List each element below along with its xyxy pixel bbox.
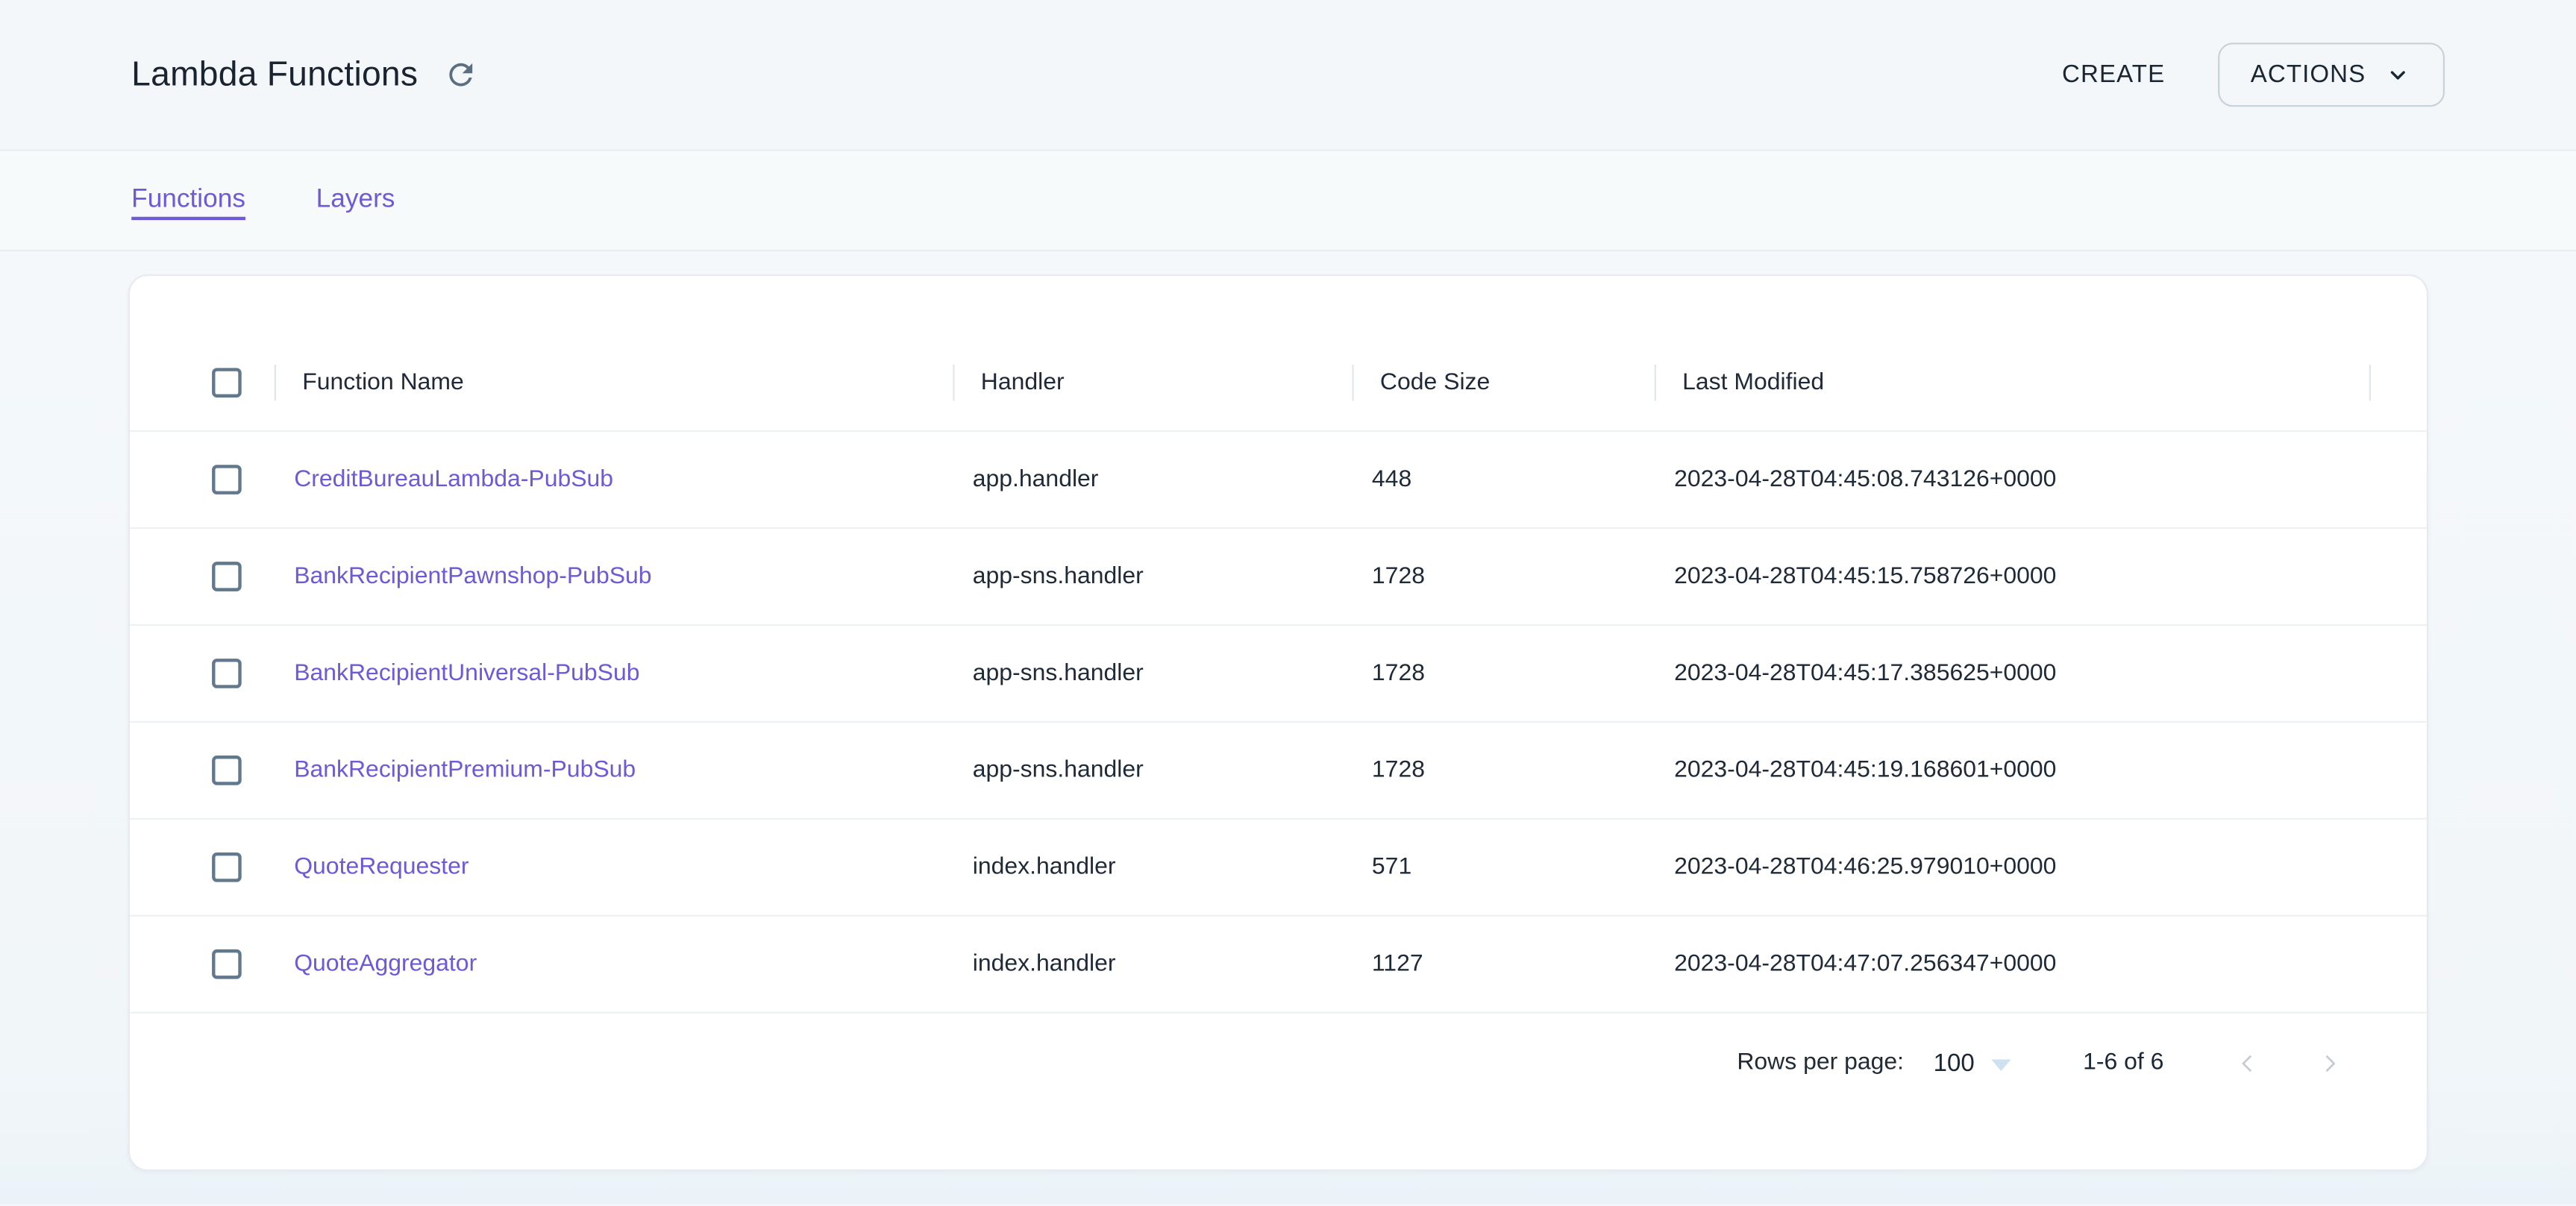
table-row: BankRecipientPremium-PubSub app-sns.hand… <box>130 723 2427 820</box>
column-separator <box>2369 365 2371 401</box>
page-title: Lambda Functions <box>131 55 418 95</box>
column-separator <box>275 365 276 401</box>
previous-page-button[interactable] <box>2233 1049 2260 1076</box>
actions-button[interactable]: ACTIONS <box>2218 43 2445 107</box>
column-separator <box>953 365 954 401</box>
select-all-checkbox[interactable] <box>212 368 242 398</box>
handler-cell: app-sns.handler <box>953 660 1352 686</box>
functions-table-card: Function Name Handler Code Size Last Mod… <box>128 274 2428 1171</box>
rows-per-page-select[interactable]: 100 <box>1934 1049 2011 1076</box>
handler-cell: app-sns.handler <box>953 563 1352 589</box>
row-checkbox[interactable] <box>212 465 242 494</box>
table-row: QuoteAggregator index.handler 1127 2023-… <box>130 917 2427 1014</box>
chevron-down-icon <box>2384 60 2412 88</box>
function-name-link[interactable]: CreditBureauLambda-PubSub <box>294 466 613 492</box>
chevron-left-icon <box>2233 1049 2260 1076</box>
column-header-function-name[interactable]: Function Name <box>275 335 953 430</box>
row-checkbox[interactable] <box>212 562 242 591</box>
row-checkbox[interactable] <box>212 852 242 882</box>
row-checkbox[interactable] <box>212 756 242 785</box>
row-checkbox[interactable] <box>212 949 242 979</box>
rows-per-page-value: 100 <box>1934 1049 1975 1076</box>
table-row: CreditBureauLambda-PubSub app.handler 44… <box>130 432 2427 529</box>
function-name-link[interactable]: QuoteRequester <box>294 854 468 880</box>
refresh-icon <box>444 57 478 92</box>
lambda-functions-page: Lambda Functions CREATE ACTIONS Function… <box>0 0 2576 1205</box>
create-button[interactable]: CREATE <box>2055 48 2172 102</box>
code-size-cell: 1127 <box>1352 951 1654 977</box>
page-header: Lambda Functions CREATE ACTIONS <box>0 0 2576 151</box>
table-row: BankRecipientUniversal-PubSub app-sns.ha… <box>130 626 2427 723</box>
function-name-link[interactable]: BankRecipientPremium-PubSub <box>294 757 636 783</box>
code-size-cell: 448 <box>1352 466 1654 492</box>
function-name-link[interactable]: BankRecipientPawnshop-PubSub <box>294 563 651 589</box>
handler-cell: app.handler <box>953 466 1352 492</box>
tab-functions[interactable]: Functions <box>131 186 245 216</box>
column-header-empty <box>2369 335 2427 430</box>
refresh-button[interactable] <box>441 54 482 95</box>
rows-per-page-label: Rows per page: <box>1737 1049 1904 1075</box>
code-size-cell: 1728 <box>1352 757 1654 783</box>
row-checkbox[interactable] <box>212 659 242 688</box>
last-modified-cell: 2023-04-28T04:45:15.758726+0000 <box>1655 563 2369 589</box>
column-header-code-size[interactable]: Code Size <box>1352 335 1654 430</box>
next-page-button[interactable] <box>2316 1049 2344 1076</box>
code-size-cell: 571 <box>1352 854 1654 880</box>
handler-cell: index.handler <box>953 854 1352 880</box>
pagination-range: 1-6 of 6 <box>2083 1049 2163 1075</box>
content-area: Function Name Handler Code Size Last Mod… <box>0 251 2576 1204</box>
table-row: BankRecipientPawnshop-PubSub app-sns.han… <box>130 529 2427 626</box>
function-name-link[interactable]: BankRecipientUniversal-PubSub <box>294 660 639 686</box>
dropdown-arrow-icon <box>1991 1058 2011 1070</box>
last-modified-cell: 2023-04-28T04:47:07.256347+0000 <box>1655 951 2369 977</box>
chevron-right-icon <box>2316 1049 2344 1076</box>
function-name-link[interactable]: QuoteAggregator <box>294 951 477 977</box>
column-header-last-modified[interactable]: Last Modified <box>1655 335 2369 430</box>
table-row: QuoteRequester index.handler 571 2023-04… <box>130 820 2427 917</box>
tab-bar: Functions Layers <box>0 151 2576 251</box>
last-modified-cell: 2023-04-28T04:45:08.743126+0000 <box>1655 466 2369 492</box>
last-modified-cell: 2023-04-28T04:45:17.385625+0000 <box>1655 660 2369 686</box>
table-footer: Rows per page: 100 1-6 of 6 <box>130 1014 2427 1112</box>
table-header-row: Function Name Handler Code Size Last Mod… <box>130 335 2427 432</box>
code-size-cell: 1728 <box>1352 660 1654 686</box>
actions-button-label: ACTIONS <box>2251 60 2366 88</box>
column-separator <box>1655 365 1656 401</box>
tab-layers[interactable]: Layers <box>316 186 395 216</box>
last-modified-cell: 2023-04-28T04:45:19.168601+0000 <box>1655 757 2369 783</box>
column-separator <box>1352 365 1353 401</box>
column-header-handler[interactable]: Handler <box>953 335 1352 430</box>
code-size-cell: 1728 <box>1352 563 1654 589</box>
last-modified-cell: 2023-04-28T04:46:25.979010+0000 <box>1655 854 2369 880</box>
handler-cell: index.handler <box>953 951 1352 977</box>
handler-cell: app-sns.handler <box>953 757 1352 783</box>
